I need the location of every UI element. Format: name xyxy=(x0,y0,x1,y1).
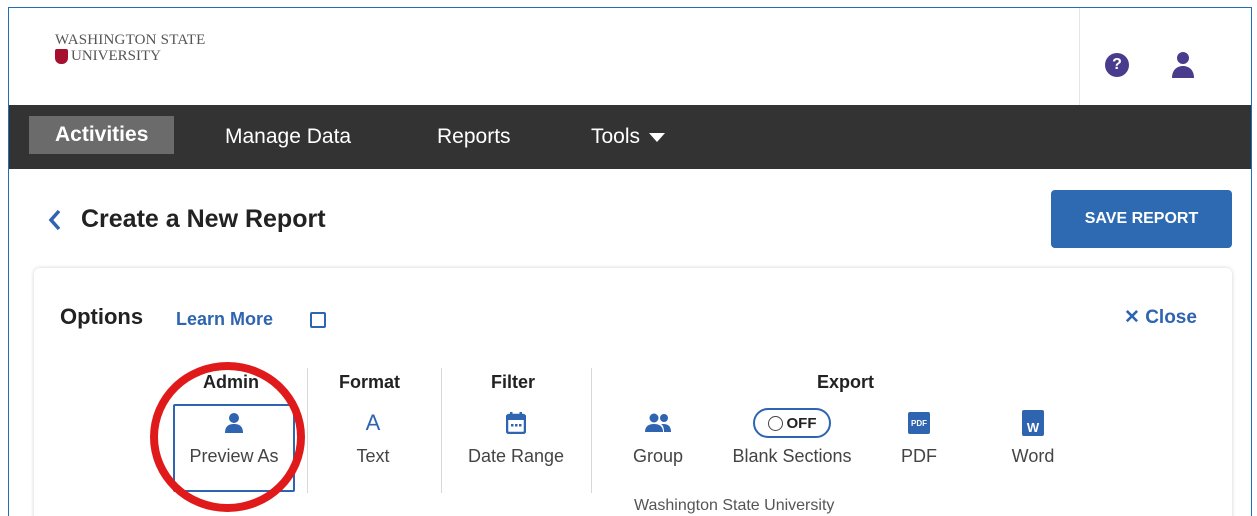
pdf-icon: PDF xyxy=(908,412,930,434)
group-title-format: Format xyxy=(339,372,401,392)
close-label: Close xyxy=(1145,307,1197,328)
user-profile-icon[interactable] xyxy=(1170,51,1196,79)
word-export-button[interactable]: W Word xyxy=(998,404,1068,467)
chevron-left-icon[interactable] xyxy=(47,209,63,231)
divider xyxy=(441,368,442,493)
blank-sections-label: Blank Sections xyxy=(732,446,852,466)
nav-reports[interactable]: Reports xyxy=(437,119,511,155)
text-label: Text xyxy=(356,446,390,466)
logo-line-1: WASHINGTON STATE xyxy=(55,32,206,48)
toggle-knob-icon xyxy=(767,415,783,431)
group-label: Group xyxy=(632,446,684,466)
help-icon[interactable]: ? xyxy=(1105,53,1129,77)
pdf-label: PDF xyxy=(901,446,937,466)
logo-line-2-text: UNIVERSITY xyxy=(71,48,161,64)
report-preview-text: Washington State University xyxy=(634,497,835,514)
save-report-button[interactable]: SAVE REPORT xyxy=(1051,190,1232,248)
options-title: Options xyxy=(60,304,144,329)
text-a-icon: A xyxy=(365,410,381,435)
wsu-logo[interactable]: WASHINGTON STATE UNIVERSITY xyxy=(55,32,205,65)
close-options-button[interactable]: ✕ Close xyxy=(1124,306,1197,329)
logo-line-2: UNIVERSITY xyxy=(55,48,205,65)
blank-sections-toggle[interactable]: OFF Blank Sections xyxy=(712,404,872,467)
toggle-state: OFF xyxy=(786,414,817,432)
title-row: Create a New Report SAVE REPORT xyxy=(9,169,1251,269)
group-button[interactable]: Group xyxy=(624,404,692,467)
wsu-seal-icon xyxy=(55,49,68,64)
external-link-icon[interactable] xyxy=(310,312,326,328)
text-format-button[interactable]: A Text xyxy=(333,404,413,467)
divider xyxy=(307,368,308,493)
page-title: Create a New Report xyxy=(81,205,326,233)
close-icon: ✕ xyxy=(1124,307,1146,328)
date-range-button[interactable]: Date Range xyxy=(454,404,578,467)
header-divider xyxy=(1079,8,1080,105)
top-header: WASHINGTON STATE UNIVERSITY ? xyxy=(9,8,1251,105)
pdf-export-button[interactable]: PDF PDF xyxy=(889,404,949,467)
nav-tools[interactable]: Tools xyxy=(591,119,666,155)
learn-more-link[interactable]: Learn More xyxy=(176,309,273,330)
nav-manage-data[interactable]: Manage Data xyxy=(225,119,351,155)
divider xyxy=(591,368,592,493)
group-title-export: Export xyxy=(817,372,875,392)
group-title-filter: Filter xyxy=(491,372,536,392)
toggle-switch[interactable]: OFF xyxy=(753,408,831,438)
group-people-icon xyxy=(645,413,671,432)
chevron-down-icon xyxy=(649,132,666,142)
nav-activities[interactable]: Activities xyxy=(29,116,175,154)
date-range-label: Date Range xyxy=(467,446,565,466)
word-label: Word xyxy=(1011,446,1055,466)
calendar-icon xyxy=(506,412,526,434)
word-icon: W xyxy=(1022,410,1044,436)
highlight-circle-annotation xyxy=(150,362,305,512)
nav-tools-label: Tools xyxy=(591,125,641,148)
main-nav: Activities Manage Data Reports Tools xyxy=(9,105,1251,169)
